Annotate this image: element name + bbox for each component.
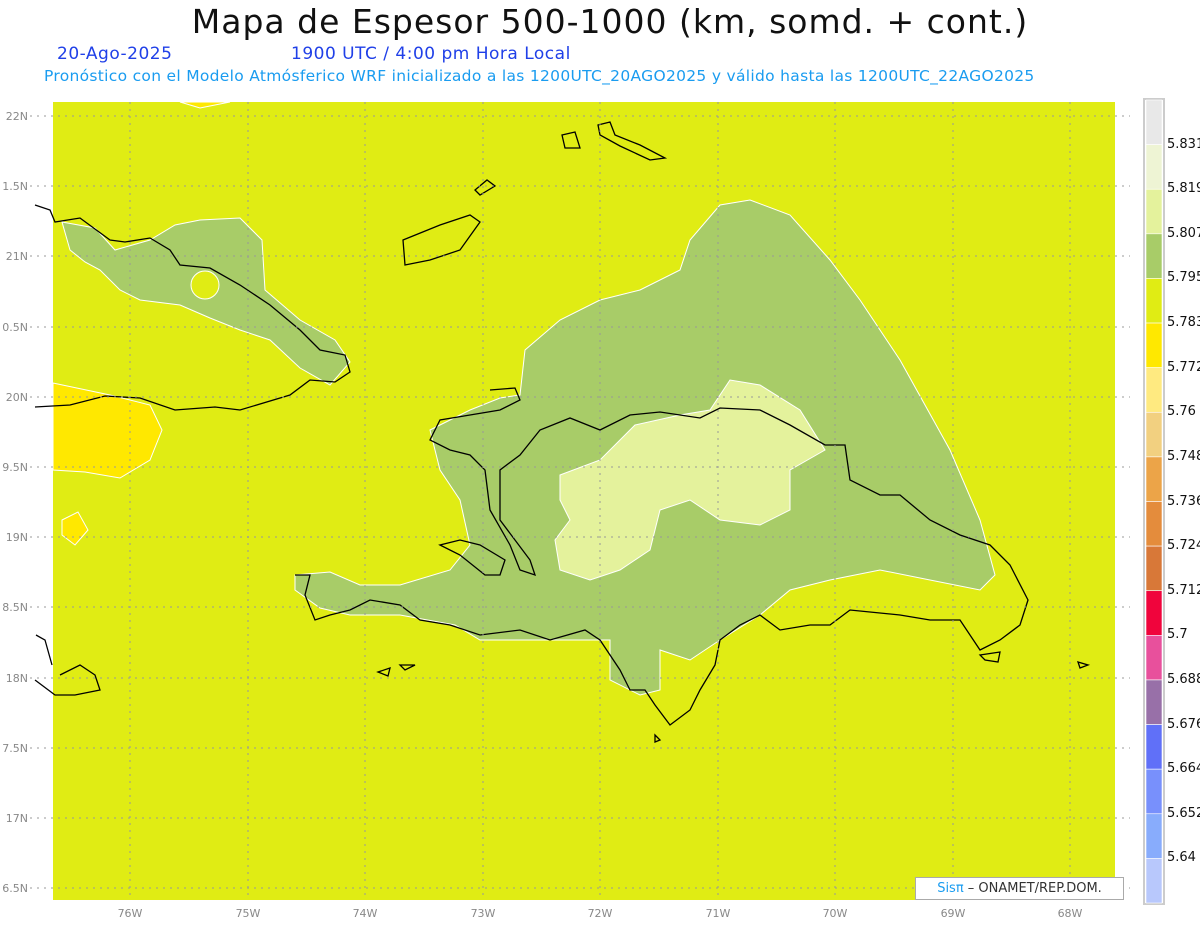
colorbar-label: 5.724 (1167, 538, 1200, 554)
colorbar-swatch (1145, 501, 1163, 547)
colorbar-swatch (1145, 233, 1163, 279)
colorbar-label: 5.688 (1167, 671, 1200, 687)
lon-label: 68W (1058, 907, 1083, 920)
lon-label: 71W (706, 907, 731, 920)
colorbar-label: 5.736 (1167, 493, 1200, 509)
colorbar-label: 5.748 (1167, 448, 1200, 464)
colorbar-label: 5.783 (1167, 315, 1200, 331)
colorbar-swatch (1145, 590, 1163, 636)
colorbar-swatch (1145, 768, 1163, 815)
lat-label: 1.5N (2, 180, 28, 193)
colorbar-label: 5.64 (1167, 850, 1196, 866)
lat-label: 20N (6, 391, 28, 404)
colorbar-label: 5.772 (1167, 359, 1200, 375)
lat-label: 7.5N (2, 742, 28, 755)
colorbar-swatch (1145, 813, 1163, 859)
colorbar (1145, 99, 1163, 904)
lat-label: 9.5N (2, 461, 28, 474)
colorbar-label: 5.7 (1167, 627, 1188, 643)
colorbar-label: 5.676 (1167, 716, 1200, 732)
lat-label: 17N (6, 812, 28, 825)
lon-label: 72W (588, 907, 613, 920)
lon-label: 70W (823, 907, 848, 920)
colorbar-swatch (1145, 411, 1163, 458)
lon-label: 75W (236, 907, 261, 920)
colorbar-swatch (1145, 679, 1163, 725)
lon-label: 74W (353, 907, 378, 920)
colorbar-swatch (1145, 367, 1163, 413)
colorbar-label: 5.831 (1167, 136, 1200, 152)
lon-label: 76W (118, 907, 143, 920)
colorbar-swatch (1145, 322, 1163, 368)
credit-box: Sisπ – ONAMET/REP.DOM. (915, 877, 1124, 900)
colorbar-swatch (1145, 545, 1163, 592)
lat-label: 21N (6, 250, 28, 263)
colorbar-label: 5.712 (1167, 582, 1200, 598)
lon-label: 69W (941, 907, 966, 920)
colorbar-label: 5.795 (1167, 270, 1200, 286)
lat-label: 0.5N (2, 321, 28, 334)
colorbar-swatch (1145, 144, 1163, 190)
colorbar-swatch (1145, 99, 1163, 145)
colorbar-swatch (1145, 456, 1163, 502)
colorbar-swatch (1145, 635, 1163, 681)
lon-label: 73W (471, 907, 496, 920)
colorbar-label: 5.652 (1167, 805, 1200, 821)
lat-label: 6.5N (2, 882, 28, 895)
colorbar-label: 5.807 (1167, 225, 1200, 241)
colorbar-swatch (1145, 188, 1163, 235)
lat-label: 22N (6, 110, 28, 123)
colorbar-label: 5.76 (1167, 404, 1196, 420)
colorbar-swatch (1145, 724, 1163, 770)
colorbar-label: 5.664 (1167, 761, 1200, 777)
colorbar-swatch (1145, 278, 1163, 324)
lat-label: 18N (6, 672, 28, 685)
credit-text: – ONAMET/REP.DOM. (963, 881, 1102, 896)
longitude-labels: 76W 75W 74W 73W 72W 71W 70W 69W 68W (118, 907, 1083, 920)
lat-label: 8.5N (2, 601, 28, 614)
latitude-labels: 22N 1.5N 21N 0.5N 20N 9.5N 19N 8.5N 18N … (2, 110, 28, 895)
colorbar-swatch (1145, 858, 1163, 904)
lat-label: 19N (6, 531, 28, 544)
colorbar-label: 5.819 (1167, 181, 1200, 197)
thickness-map: 76W 75W 74W 73W 72W 71W 70W 69W 68W 22N … (2, 98, 1165, 920)
sispi-logo: Sisπ (937, 881, 964, 896)
